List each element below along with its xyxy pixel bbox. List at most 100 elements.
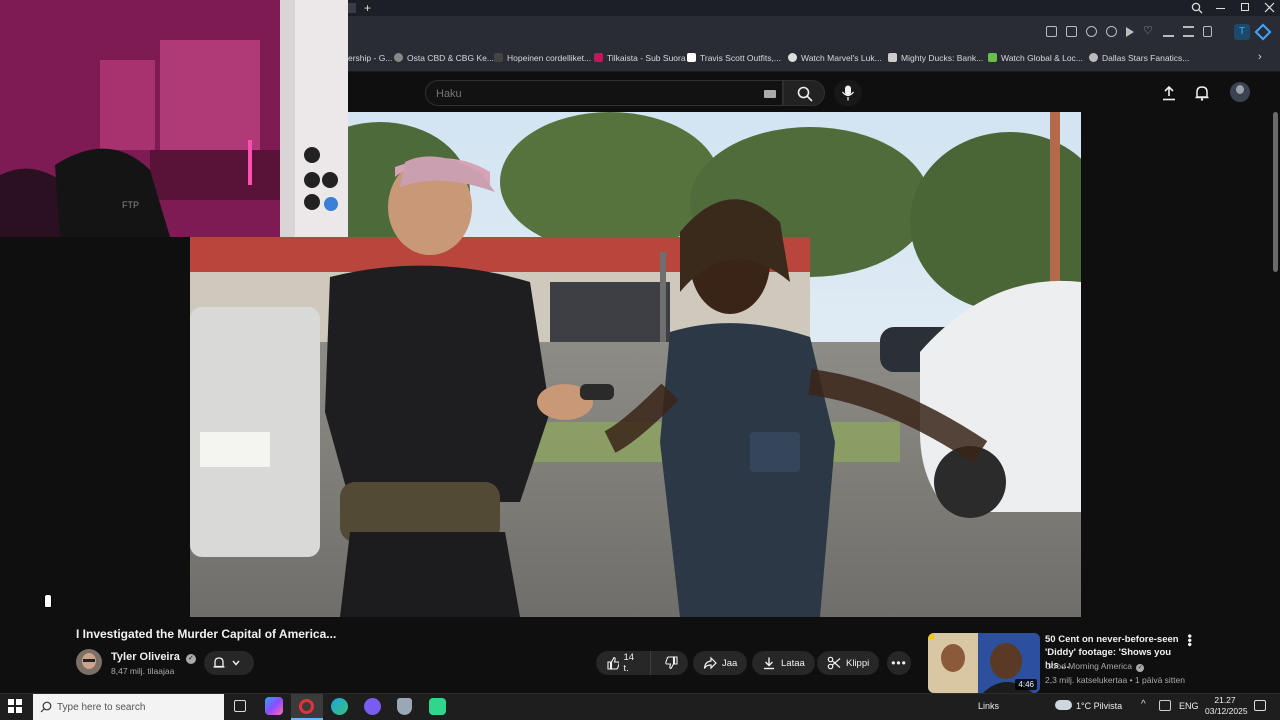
weather-cloud-icon[interactable] <box>1055 700 1072 710</box>
microphone-icon <box>841 85 855 101</box>
account-avatar[interactable] <box>1230 82 1250 102</box>
recommended-meta: 2,3 milj. katselukertaa • 1 päivä sitten <box>1045 675 1185 685</box>
language-indicator[interactable]: ENG <box>1179 701 1199 711</box>
scissors-icon <box>827 656 841 670</box>
start-button[interactable] <box>8 699 22 713</box>
cube-icon[interactable] <box>1254 23 1272 41</box>
copilot-icon[interactable] <box>265 697 283 715</box>
like-button[interactable]: 14 t. <box>596 651 651 675</box>
video-title: I Investigated the Murder Capital of Ame… <box>76 627 337 641</box>
subscribed-button[interactable] <box>204 651 254 675</box>
clock-date: 03/12/2025 <box>1205 706 1248 716</box>
translate-icon[interactable]: T <box>1234 24 1250 40</box>
cap-logo: FTP <box>122 200 139 210</box>
search-icon <box>40 701 52 713</box>
bookmark-favicon-icon <box>394 53 403 62</box>
webcam-overlay: FTP <box>0 0 348 237</box>
bookmark-favicon-icon <box>494 53 503 62</box>
verified-icon: ✓ <box>185 654 196 664</box>
extension-icon[interactable] <box>1106 26 1117 37</box>
subscriber-count: 8,47 milj. tilaajaa <box>111 666 175 676</box>
download-icon <box>764 657 774 670</box>
search-button[interactable] <box>783 80 825 106</box>
search-tabs-icon[interactable] <box>1191 2 1203 14</box>
bookmark-item[interactable]: Watch Marvel's Luk... <box>788 53 882 63</box>
bookmark-item[interactable]: Osta CBD & CBG Ke... <box>394 53 494 63</box>
webcam-image: FTP <box>0 0 348 237</box>
home-icon[interactable] <box>1066 26 1077 37</box>
opera-icon <box>299 699 314 714</box>
chevron-down-icon <box>232 660 240 666</box>
edit-icon[interactable] <box>1046 26 1057 37</box>
verified-icon: ✓ <box>1136 664 1145 672</box>
app-icon[interactable] <box>429 698 446 715</box>
extension-icons: ♡ <box>1046 26 1232 38</box>
share-button[interactable]: Jaa <box>693 651 748 675</box>
bookmark-favicon-icon <box>1089 53 1098 62</box>
bookmark-item[interactable]: Dallas Stars Fanatics... <box>1089 53 1189 63</box>
notifications-bell-icon[interactable] <box>1194 85 1210 101</box>
search-input[interactable] <box>436 86 736 102</box>
weather-text[interactable]: 1°C Pilvista <box>1076 701 1122 711</box>
channel-avatar[interactable] <box>76 649 102 675</box>
heart-icon[interactable]: ♡ <box>1143 26 1154 37</box>
page-scrollbar[interactable] <box>1273 112 1278 272</box>
more-actions-button[interactable]: ••• <box>887 651 911 675</box>
bookmark-item[interactable]: Travis Scott Outfits,... <box>687 53 781 63</box>
like-dislike-group: 14 t. <box>596 651 688 675</box>
minimize-icon[interactable] <box>1216 8 1225 9</box>
restore-icon[interactable] <box>1241 3 1249 11</box>
bookmark-item[interactable]: Hopeinen cordelliket... <box>494 53 591 63</box>
discord-icon[interactable] <box>364 698 381 715</box>
bookmark-item[interactable]: Tilkaista - Sub Suora <box>594 53 686 63</box>
video-duration: 4:46 <box>1015 679 1037 690</box>
taskbar-app-active[interactable] <box>291 694 323 720</box>
tab-edge[interactable] <box>348 3 356 13</box>
bookmark-item[interactable]: Mighty Ducks: Bank... <box>888 53 983 63</box>
channel-name[interactable]: Tyler Oliveira <box>111 651 180 663</box>
bookmark-item[interactable]: Watch Global & Loc... <box>988 53 1083 63</box>
clip-button[interactable]: Klippi <box>817 651 880 675</box>
download-button[interactable]: Lataa <box>752 651 815 675</box>
thumbs-up-icon <box>607 656 619 670</box>
more-horizontal-icon: ••• <box>891 656 907 670</box>
keyboard-icon[interactable] <box>764 90 776 98</box>
menu-icon[interactable] <box>1183 26 1194 37</box>
bookmark-item[interactable]: ership - G... <box>348 53 392 63</box>
taskbar-search[interactable]: Type here to search <box>33 694 224 720</box>
task-view-icon[interactable] <box>234 700 246 712</box>
notification-center-icon[interactable] <box>1254 700 1266 711</box>
taskbar-links[interactable]: Links <box>978 701 999 711</box>
bookmark-favicon-icon <box>687 53 696 62</box>
recommended-thumbnail[interactable]: 4:46 <box>928 633 1040 693</box>
bookmarks-overflow-icon[interactable]: › <box>1258 51 1262 63</box>
edge-icon[interactable] <box>331 698 348 715</box>
network-icon[interactable] <box>1159 700 1171 711</box>
security-app-icon[interactable] <box>397 698 412 715</box>
bookmark-favicon-icon <box>988 53 997 62</box>
thumbs-down-icon <box>665 656 678 670</box>
clock-time: 21.27 <box>1214 695 1236 705</box>
bookmark-favicon-icon <box>788 53 797 62</box>
search-icon <box>797 86 813 102</box>
tray-chevron-up-icon[interactable]: ^ <box>1141 699 1146 710</box>
bookmark-favicon-icon <box>594 53 603 62</box>
upload-icon[interactable] <box>1161 85 1177 101</box>
search-box[interactable] <box>425 80 783 106</box>
clock[interactable]: 21.27 03/12/2025 <box>1205 695 1248 717</box>
mouse-cursor <box>44 594 52 608</box>
bell-icon <box>213 657 225 668</box>
new-tab-icon[interactable]: + <box>364 1 371 15</box>
download-icon[interactable] <box>1163 26 1174 37</box>
channel-name-row[interactable]: Tyler Oliveira ✓ <box>111 651 196 664</box>
dislike-button[interactable] <box>656 651 688 675</box>
lock-icon[interactable] <box>1203 26 1212 37</box>
recommended-channel[interactable]: Good Morning America ✓ <box>1045 661 1145 672</box>
play-icon[interactable] <box>1126 27 1134 37</box>
share-icon <box>703 656 717 670</box>
recommended-more-icon[interactable]: ••• <box>1183 634 1197 647</box>
shield-icon[interactable] <box>1086 26 1097 37</box>
close-window-icon[interactable] <box>1264 2 1275 13</box>
bookmark-favicon-icon <box>888 53 897 62</box>
voice-search-button[interactable] <box>834 80 862 106</box>
